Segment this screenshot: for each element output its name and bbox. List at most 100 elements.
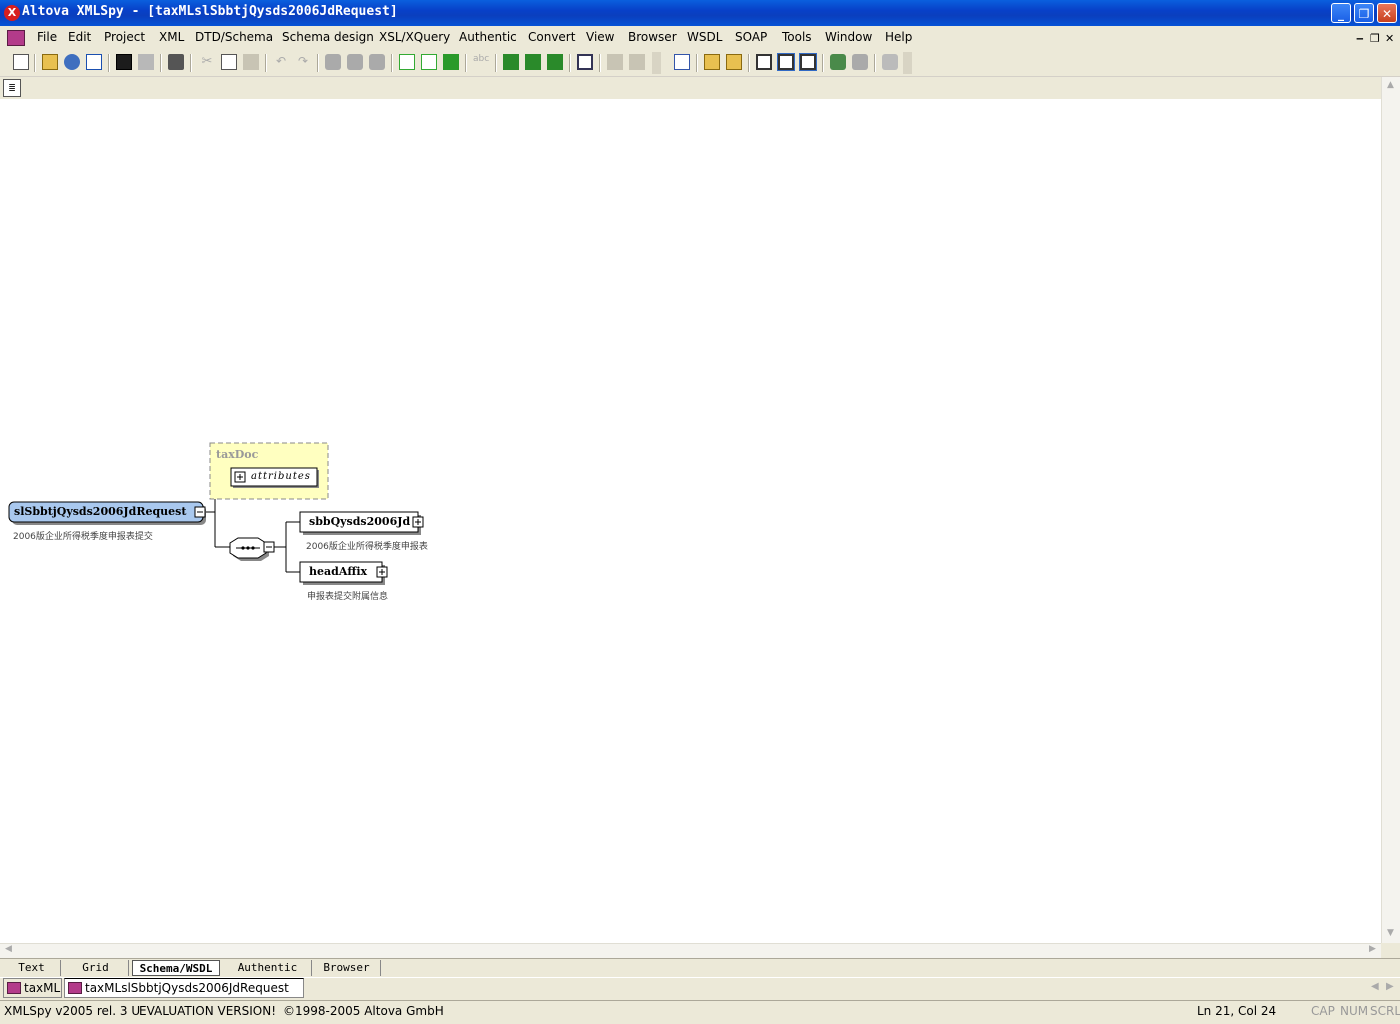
vertical-scrollbar[interactable]: ▲ ▼	[1381, 77, 1400, 943]
mdi-close-icon[interactable]: ✕	[1385, 32, 1394, 45]
toolbar-separator	[160, 54, 162, 72]
status-scrl: SCRL	[1370, 1004, 1400, 1018]
child-element-name[interactable]: headAffix	[309, 565, 367, 578]
schema-assign-icon[interactable]	[443, 54, 459, 70]
schema-view-icon[interactable]	[726, 54, 742, 70]
redo-icon[interactable]: ↷	[295, 54, 311, 70]
toolbar-grip[interactable]	[652, 52, 661, 74]
authentic-view-icon[interactable]	[756, 54, 772, 70]
child-element-name[interactable]: sbbQysds2006Jd	[309, 515, 410, 528]
xml-file-icon	[7, 982, 21, 994]
tab-browser[interactable]: Browser	[313, 960, 381, 976]
cut-icon[interactable]: ✂	[199, 54, 215, 70]
tab-scroll-left-icon[interactable]: ◀	[1371, 981, 1379, 992]
mdi-restore-icon[interactable]: ❐	[1370, 32, 1380, 45]
mdi-minimize-icon[interactable]: ‒	[1356, 32, 1364, 45]
scroll-down-icon[interactable]: ▼	[1382, 925, 1399, 942]
menu-schema-design[interactable]: Schema design	[282, 30, 374, 44]
status-position: Ln 21, Col 24	[1197, 1004, 1277, 1018]
menu-tools[interactable]: Tools	[782, 30, 812, 44]
xmlspy-app-icon[interactable]: X	[4, 5, 20, 21]
tab-scroll-right-icon[interactable]: ▶	[1386, 981, 1394, 992]
toolbar-separator	[391, 54, 393, 72]
tab-grid[interactable]: Grid	[63, 960, 129, 976]
child-annotation: 2006版企业所得税季度申报表	[306, 542, 428, 552]
schema-toolbar	[0, 77, 1381, 99]
status-num: NUM	[1340, 1004, 1369, 1018]
reload-icon[interactable]	[86, 54, 102, 70]
toolbar-grip[interactable]	[903, 52, 912, 74]
grid-view-icon[interactable]	[704, 54, 720, 70]
new-file-icon[interactable]	[13, 54, 29, 70]
database-icon[interactable]	[852, 54, 868, 70]
settings-icon[interactable]	[882, 54, 898, 70]
open-url-icon[interactable]	[64, 54, 80, 70]
status-cap: CAP	[1311, 1004, 1335, 1018]
menu-browser[interactable]: Browser	[628, 30, 677, 44]
validate-icon[interactable]	[421, 54, 437, 70]
tab-authentic[interactable]: Authentic	[224, 960, 312, 976]
toolbar-separator	[190, 54, 192, 72]
toolbar-separator	[108, 54, 110, 72]
options-icon[interactable]	[629, 54, 645, 70]
browser-view-icon[interactable]	[777, 53, 795, 71]
menu-xsl-xquery[interactable]: XSL/XQuery	[379, 30, 450, 44]
toolbar-separator	[696, 54, 698, 72]
menu-soap[interactable]: SOAP	[735, 30, 767, 44]
doc-tab-label: taxML	[24, 981, 61, 995]
save-all-icon[interactable]	[138, 54, 154, 70]
text-view-icon[interactable]	[674, 54, 690, 70]
menu-edit[interactable]: Edit	[68, 30, 91, 44]
menu-view[interactable]: View	[586, 30, 614, 44]
toolbar-separator	[569, 54, 571, 72]
open-icon[interactable]	[42, 54, 58, 70]
restore-icon[interactable]: ❐	[1354, 3, 1374, 23]
find-icon[interactable]	[325, 54, 341, 70]
doc-tab[interactable]: taxML	[3, 978, 62, 998]
paste-icon[interactable]	[243, 54, 259, 70]
toolbar-separator	[317, 54, 319, 72]
status-copyright: ©1998-2005 Altova GmbH	[283, 1004, 444, 1018]
copy-icon[interactable]	[221, 54, 237, 70]
print-icon[interactable]	[168, 54, 184, 70]
tab-schema-wsdl[interactable]: Schema/WSDL	[132, 960, 220, 976]
schema-layout-icon[interactable]	[799, 53, 817, 71]
display-content-model-icon[interactable]: ≣	[3, 79, 21, 97]
replace-icon[interactable]	[369, 54, 385, 70]
doc-tab-active[interactable]: taxMLslSbbtjQysds2006JdRequest	[64, 978, 304, 998]
child-annotation: 申报表提交附属信息	[307, 592, 389, 602]
menu-dtd-schema[interactable]: DTD/Schema	[195, 30, 273, 44]
scroll-up-icon[interactable]: ▲	[1382, 77, 1399, 94]
project-window-icon[interactable]	[577, 54, 593, 70]
browser-icon[interactable]	[607, 54, 623, 70]
status-eval: EVALUATION VERSION!	[139, 1004, 277, 1018]
menu-xml[interactable]: XML	[159, 30, 184, 44]
root-element-name[interactable]: slSbbtjQysds2006JdRequest	[14, 505, 186, 518]
close-icon[interactable]: ✕	[1377, 3, 1397, 23]
toolbar-separator	[34, 54, 36, 72]
document-icon[interactable]	[7, 30, 25, 46]
menu-authentic[interactable]: Authentic	[459, 30, 517, 44]
menu-window[interactable]: Window	[825, 30, 872, 44]
menu-convert[interactable]: Convert	[528, 30, 575, 44]
minimize-icon[interactable]: _	[1331, 3, 1351, 23]
horizontal-scrollbar[interactable]: ◀ ▶	[0, 943, 1381, 958]
xsl-transform-icon[interactable]	[503, 54, 519, 70]
tab-text[interactable]: Text	[3, 960, 61, 976]
menu-file[interactable]: File	[37, 30, 57, 44]
toolbar-separator	[748, 54, 750, 72]
check-wellformed-icon[interactable]	[399, 54, 415, 70]
scroll-left-icon[interactable]: ◀	[0, 942, 17, 957]
menu-wsdl[interactable]: WSDL	[687, 30, 722, 44]
xquery-icon[interactable]	[547, 54, 563, 70]
spellcheck-icon[interactable]: abc	[473, 54, 489, 70]
menu-project[interactable]: Project	[104, 30, 145, 44]
scroll-right-icon[interactable]: ▶	[1364, 942, 1381, 957]
window-title: Altova XMLSpy - [taxMLslSbbtjQysds2006Jd…	[22, 4, 398, 19]
save-icon[interactable]	[116, 54, 132, 70]
find-next-icon[interactable]	[347, 54, 363, 70]
menu-help[interactable]: Help	[885, 30, 912, 44]
xsl-fo-icon[interactable]	[525, 54, 541, 70]
generate-icon[interactable]	[830, 54, 846, 70]
undo-icon[interactable]: ↶	[273, 54, 289, 70]
